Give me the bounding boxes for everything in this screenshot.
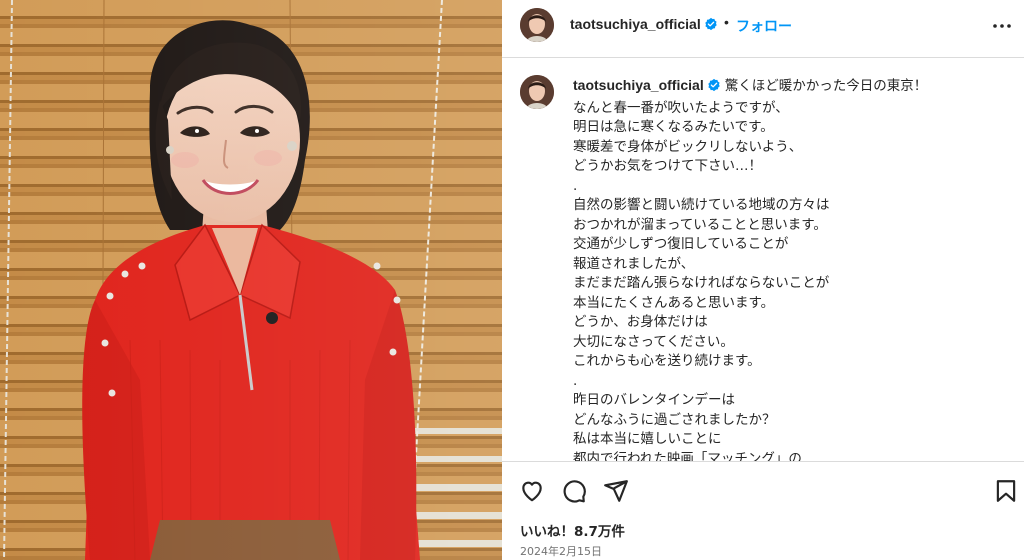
- caption-area[interactable]: taotsuchiya_official 驚くほど暖かかった今日の東京！ なんと春…: [502, 59, 1024, 461]
- caption-line: おつかれが溜まっていることと思います。: [573, 216, 827, 233]
- avatar[interactable]: [520, 8, 554, 42]
- header-username[interactable]: taotsuchiya_official: [570, 16, 701, 32]
- post-header: taotsuchiya_official • フォロー: [502, 0, 1024, 58]
- caption-line: 交通が少しずつ復旧していることが: [573, 236, 789, 252]
- caption-line: 昨日のバレンタインデーは: [573, 392, 735, 408]
- caption-line: なんと春一番が吹いたようですが、: [573, 99, 789, 116]
- post-photo[interactable]: [0, 0, 502, 560]
- caption-line: これからも心を送り続けます。: [573, 353, 761, 369]
- heart-icon[interactable]: [519, 478, 545, 504]
- caption-first-line: taotsuchiya_official 驚くほど暖かかった今日の東京！: [573, 76, 1003, 99]
- caption-line: どうかお気をつけて下さい…！: [573, 158, 762, 174]
- post-actions: いいね！8.7万件 2024年2月15日: [502, 461, 1024, 560]
- share-icon[interactable]: [603, 478, 629, 504]
- caption-line: まだまだ踏ん張らなければならないことが: [573, 275, 830, 291]
- caption-line: 本当にたくさんあると思います。: [573, 294, 775, 311]
- photo-image: [0, 0, 502, 560]
- caption-line: 明日は急に寒くなるみたいです。: [573, 119, 774, 135]
- post-date[interactable]: 2024年2月15日: [520, 543, 602, 559]
- caption-line: 寒暖差で身体がビックリしないよう、: [573, 138, 803, 155]
- post-side-panel: taotsuchiya_official • フォロー taotsuchiya_…: [502, 0, 1024, 560]
- caption-line: .: [573, 177, 578, 194]
- post-caption: taotsuchiya_official 驚くほど暖かかった今日の東京！ なんと春…: [573, 76, 1003, 461]
- more-options-icon[interactable]: [992, 18, 1012, 32]
- caption-line: 大切になさってください。: [573, 333, 734, 350]
- comment-icon[interactable]: [561, 478, 587, 504]
- like-count[interactable]: いいね！8.7万件: [520, 520, 625, 540]
- caption-username[interactable]: taotsuchiya_official: [573, 77, 704, 93]
- caption-avatar-image: [520, 75, 554, 109]
- caption-avatar[interactable]: [520, 75, 554, 109]
- caption-line: 私は本当に嬉しいことに: [573, 431, 722, 447]
- caption-line: 報道されましたが、: [573, 255, 695, 272]
- caption-line: どうか、お身体だけは: [573, 314, 708, 330]
- avatar-image: [520, 8, 554, 42]
- caption-line: 都内で行われた映画「マッチング」の: [573, 450, 802, 462]
- follow-button[interactable]: フォロー: [736, 16, 792, 36]
- header-username-link[interactable]: taotsuchiya_official: [570, 16, 718, 34]
- caption-line: どんなふうに過ごされましたか？: [573, 411, 776, 428]
- caption-line: .: [573, 372, 578, 389]
- bookmark-icon[interactable]: [993, 478, 1019, 504]
- caption-line: 自然の影響と闘い続けている地域の方々は: [573, 197, 830, 213]
- verified-badge-icon: [704, 17, 718, 34]
- separator-dot: •: [724, 14, 729, 30]
- caption-line: 驚くほど暖かかった今日の東京！: [724, 78, 928, 94]
- verified-badge-icon: [707, 78, 721, 99]
